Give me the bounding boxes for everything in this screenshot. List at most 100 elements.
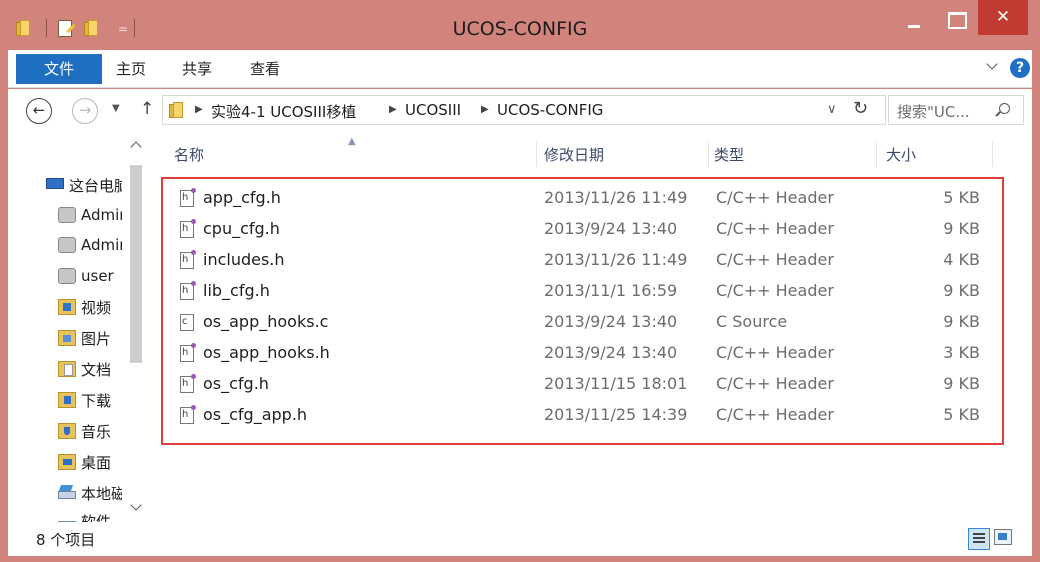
large-icons-view-icon[interactable] xyxy=(994,529,1012,545)
nav-item-desktop[interactable]: 桌面 xyxy=(58,450,111,474)
column-divider[interactable] xyxy=(708,141,709,167)
breadcrumb-separator[interactable]: ▶ xyxy=(389,104,397,115)
nav-item-label: user xyxy=(81,267,114,285)
help-icon[interactable]: ? xyxy=(1010,58,1030,78)
h-file-icon: h xyxy=(180,405,196,424)
explorer-window: = UCOS-CONFIG ✕ 文件 主页 共享 查看 ? ← → ▼ ↑ ▶ … xyxy=(0,0,1040,562)
file-date: 2013/11/26 11:49 xyxy=(544,250,688,269)
nav-item-music[interactable]: 音乐 xyxy=(58,419,111,443)
tab-file[interactable]: 文件 xyxy=(16,54,102,84)
column-header-type[interactable]: 类型 xyxy=(714,141,744,169)
nav-item-videos[interactable]: 视频 xyxy=(58,295,111,319)
pictures-folder-icon xyxy=(58,330,76,346)
back-button[interactable]: ← xyxy=(26,98,52,124)
h-file-icon: h xyxy=(180,250,196,269)
tab-home[interactable]: 主页 xyxy=(106,54,156,84)
file-date: 2013/11/1 16:59 xyxy=(544,281,678,300)
nav-item-label: 视频 xyxy=(81,298,112,317)
file-date: 2013/11/15 18:01 xyxy=(544,374,688,393)
h-file-icon: h xyxy=(180,219,196,238)
file-row[interactable]: h includes.h 2013/11/26 11:49 C/C++ Head… xyxy=(168,246,988,277)
minimize-button[interactable] xyxy=(894,0,934,34)
file-row[interactable]: h app_cfg.h 2013/11/26 11:49 C/C++ Heade… xyxy=(168,184,988,215)
close-button[interactable]: ✕ xyxy=(978,0,1028,35)
nav-item-label: 软件 xyxy=(81,512,112,523)
nav-item-documents[interactable]: 文档 xyxy=(58,357,111,381)
breadcrumb-separator[interactable]: ▶ xyxy=(195,104,203,115)
address-dropdown-icon[interactable]: ∨ xyxy=(827,102,837,117)
file-date: 2013/9/24 13:40 xyxy=(544,219,678,238)
file-size: 9 KB xyxy=(943,374,980,393)
h-file-icon: h xyxy=(180,374,196,393)
nav-item-label: Administrator xyxy=(81,236,122,254)
search-input[interactable]: 搜索"UC... xyxy=(897,101,970,122)
search-box[interactable]: 搜索"UC... xyxy=(888,95,1024,125)
file-type: C/C++ Header xyxy=(716,219,834,238)
user-folder-icon xyxy=(58,237,76,253)
up-button[interactable]: ↑ xyxy=(140,99,154,119)
music-folder-icon xyxy=(58,423,76,439)
navigation-pane: 这台电脑 Administrator Administrator user 视频… xyxy=(8,133,146,522)
breadcrumb-separator[interactable]: ▶ xyxy=(481,104,489,115)
user-folder-icon xyxy=(58,207,76,223)
file-row[interactable]: h os_cfg_app.h 2013/11/25 14:39 C/C++ He… xyxy=(168,401,988,432)
nav-item-user-folder[interactable]: Administrator xyxy=(58,233,122,257)
tab-share[interactable]: 共享 xyxy=(172,54,222,84)
file-row[interactable]: h os_cfg.h 2013/11/15 18:01 C/C++ Header… xyxy=(168,370,988,401)
column-divider[interactable] xyxy=(536,141,537,167)
file-name: cpu_cfg.h xyxy=(203,219,280,238)
file-size: 9 KB xyxy=(943,312,980,331)
forward-button[interactable]: → xyxy=(72,98,98,124)
file-type: C/C++ Header xyxy=(716,250,834,269)
breadcrumb-item[interactable]: UCOS-CONFIG xyxy=(497,101,603,119)
column-divider[interactable] xyxy=(876,141,877,167)
maximize-button[interactable] xyxy=(936,0,976,34)
file-type: C/C++ Header xyxy=(716,374,834,393)
file-date: 2013/11/26 11:49 xyxy=(544,188,688,207)
local-disk-icon xyxy=(58,491,76,499)
tab-view[interactable]: 查看 xyxy=(240,54,290,84)
file-size: 9 KB xyxy=(943,219,980,238)
main-area: 这台电脑 Administrator Administrator user 视频… xyxy=(8,133,1032,522)
nav-item-local-disk[interactable]: 本地磁盘 xyxy=(58,481,122,505)
breadcrumb-item[interactable]: 实验4-1 UCOSIII移植 xyxy=(211,101,356,122)
file-size: 3 KB xyxy=(943,343,980,362)
details-view-icon[interactable] xyxy=(968,528,990,550)
nav-item-drive[interactable]: 软件 xyxy=(58,509,111,522)
file-size: 5 KB xyxy=(943,188,980,207)
nav-item-label: Administrator xyxy=(81,206,122,224)
nav-item-this-pc[interactable]: 这台电脑 xyxy=(46,173,122,197)
column-divider[interactable] xyxy=(992,141,993,167)
file-row[interactable]: h lib_cfg.h 2013/11/1 16:59 C/C++ Header… xyxy=(168,277,988,308)
scroll-up-icon[interactable] xyxy=(130,139,142,151)
column-header-name[interactable]: 名称 xyxy=(174,141,204,169)
scroll-down-icon[interactable] xyxy=(130,501,142,513)
column-header-size[interactable]: 大小 xyxy=(886,141,916,169)
address-bar[interactable]: ▶ 实验4-1 UCOSIII移植 ▶ UCOSIII ▶ UCOS-CONFI… xyxy=(162,95,886,125)
nav-item-pictures[interactable]: 图片 xyxy=(58,326,111,350)
nav-item-downloads[interactable]: 下载 xyxy=(58,388,111,412)
nav-scrollbar-thumb[interactable] xyxy=(130,165,142,363)
file-name: os_cfg_app.h xyxy=(203,405,308,424)
nav-item-user-folder[interactable]: user xyxy=(58,264,114,288)
nav-item-user-folder[interactable]: Administrator xyxy=(58,203,122,227)
file-size: 4 KB xyxy=(943,250,980,269)
refresh-icon[interactable]: ↻ xyxy=(853,98,868,119)
ribbon-tabs: 文件 主页 共享 查看 ? xyxy=(8,50,1032,88)
user-folder-icon xyxy=(58,268,76,284)
file-row[interactable]: h cpu_cfg.h 2013/9/24 13:40 C/C++ Header… xyxy=(168,215,988,246)
breadcrumb-item[interactable]: UCOSIII xyxy=(405,101,461,119)
file-row[interactable]: c os_app_hooks.c 2013/9/24 13:40 C Sourc… xyxy=(168,308,988,339)
file-name: os_cfg.h xyxy=(203,374,269,393)
file-type: C/C++ Header xyxy=(716,281,834,300)
nav-item-label: 下载 xyxy=(81,391,112,410)
file-type: C/C++ Header xyxy=(716,405,834,424)
file-row[interactable]: h os_app_hooks.h 2013/9/24 13:40 C/C++ H… xyxy=(168,339,988,370)
search-icon[interactable] xyxy=(999,103,1010,114)
expand-ribbon-icon[interactable] xyxy=(986,60,998,72)
recent-locations-button[interactable]: ▼ xyxy=(112,103,120,114)
column-header-date[interactable]: 修改日期 xyxy=(544,141,604,169)
h-file-icon: h xyxy=(180,281,196,300)
nav-item-label: 图片 xyxy=(81,329,112,348)
file-name: os_app_hooks.c xyxy=(203,312,329,331)
